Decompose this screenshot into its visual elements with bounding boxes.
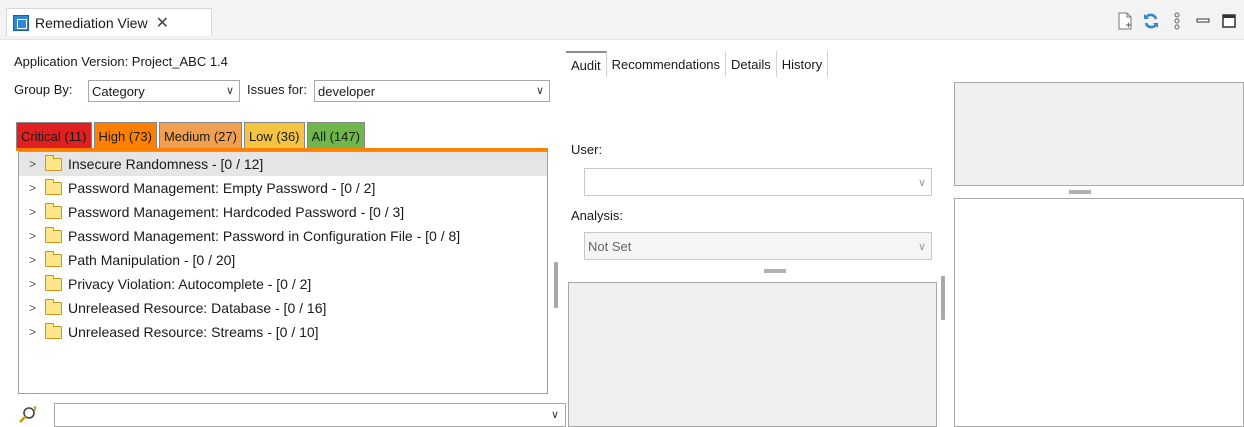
tab-details[interactable]: Details — [726, 51, 777, 77]
folder-icon — [45, 202, 62, 219]
chevron-down-icon: ∨ — [917, 177, 926, 189]
issue-detail-panel — [954, 198, 1244, 427]
user-label: User: — [571, 142, 603, 157]
analysis-value: Not Set — [588, 238, 632, 254]
chevron-right-icon[interactable]: > — [29, 301, 41, 315]
chevron-right-icon[interactable]: > — [29, 253, 41, 267]
pane-sash-handle[interactable] — [554, 262, 558, 308]
analysis-label: Analysis: — [571, 208, 624, 223]
folder-icon — [45, 154, 62, 171]
issues-for-label: Issues for: — [247, 82, 307, 97]
close-view-button[interactable]: ✕ — [156, 13, 169, 33]
priority-tabs: Critical (11) High (73) Medium (27) Low … — [16, 122, 367, 149]
issues-for-value: developer — [318, 83, 376, 99]
analysis-select[interactable]: Not Set ∨ — [584, 232, 932, 260]
chevron-down-icon: ∨ — [225, 85, 234, 97]
chevron-down-icon: ∨ — [535, 85, 544, 97]
maximize-icon[interactable] — [1220, 12, 1238, 30]
tree-item-label: Privacy Violation: Autocomplete - [0 / 2… — [68, 276, 312, 292]
tab-history[interactable]: History — [776, 51, 829, 77]
application-version-label: Application Version: Project_ABC 1.4 — [14, 54, 228, 69]
refresh-icon[interactable] — [1142, 12, 1160, 30]
tree-item[interactable]: > Unreleased Resource: Streams - [0 / 10… — [19, 320, 547, 344]
view-toolbar — [1116, 12, 1238, 30]
tree-item-label: Password Management: Password in Configu… — [68, 228, 461, 244]
chevron-right-icon[interactable]: > — [29, 181, 41, 195]
audit-pane-sash-handle[interactable] — [941, 276, 945, 320]
chevron-right-icon[interactable]: > — [29, 205, 41, 219]
tab-recommendations[interactable]: Recommendations — [606, 51, 727, 77]
tree-item[interactable]: > Privacy Violation: Autocomplete - [0 /… — [19, 272, 547, 296]
chevron-right-icon[interactable]: > — [29, 157, 41, 171]
tree-item[interactable]: > Password Management: Hardcoded Passwor… — [19, 200, 547, 224]
comment-area[interactable] — [568, 282, 937, 427]
chevron-right-icon[interactable]: > — [29, 229, 41, 243]
search-input[interactable]: ∨ — [54, 403, 566, 427]
minimize-icon[interactable] — [1194, 12, 1212, 30]
new-document-icon[interactable] — [1116, 12, 1134, 30]
issue-summary-panel — [954, 82, 1244, 186]
comment-sash-handle[interactable] — [764, 269, 786, 273]
tab-medium[interactable]: Medium (27) — [158, 122, 242, 149]
tab-high[interactable]: High (73) — [93, 122, 157, 149]
tree-item-label: Password Management: Empty Password - [0… — [68, 180, 376, 196]
chevron-right-icon[interactable]: > — [29, 325, 41, 339]
folder-icon — [45, 298, 62, 315]
folder-icon — [45, 322, 62, 339]
right-panel-sash-handle[interactable] — [1069, 190, 1091, 194]
chevron-down-icon: ∨ — [917, 241, 926, 253]
tree-item-label: Unreleased Resource: Database - [0 / 16] — [68, 300, 327, 316]
tree-item-label: Unreleased Resource: Streams - [0 / 10] — [68, 324, 319, 340]
folder-icon — [45, 178, 62, 195]
search-filter-row: ∨ — [18, 403, 566, 427]
tree-item[interactable]: > Password Management: Empty Password - … — [19, 176, 547, 200]
user-select[interactable]: ∨ — [584, 168, 932, 196]
tree-item[interactable]: > Password Management: Password in Confi… — [19, 224, 547, 248]
remediation-view-icon — [13, 14, 29, 31]
tree-item[interactable]: > Unreleased Resource: Database - [0 / 1… — [19, 296, 547, 320]
group-by-select[interactable]: Category ∨ — [88, 80, 240, 102]
chevron-down-icon[interactable]: ∨ — [551, 408, 559, 421]
view-title: Remediation View — [35, 14, 148, 31]
tab-audit[interactable]: Audit — [566, 51, 607, 77]
tab-critical[interactable]: Critical (11) — [16, 122, 92, 149]
remediation-view-tab[interactable]: Remediation View ✕ — [6, 8, 212, 36]
issue-category-tree[interactable]: > Insecure Randomness - [0 / 12] > Passw… — [18, 151, 548, 394]
tree-item[interactable]: > Path Manipulation - [0 / 20] — [19, 248, 547, 272]
issues-for-select[interactable]: developer ∨ — [314, 80, 550, 102]
group-by-value: Category — [92, 83, 145, 99]
folder-icon — [45, 226, 62, 243]
audit-tabs: Audit Recommendations Details History — [566, 51, 829, 77]
tree-item-label: Insecure Randomness - [0 / 12] — [68, 156, 264, 172]
tree-item[interactable]: > Insecure Randomness - [0 / 12] — [19, 152, 547, 176]
folder-icon — [45, 274, 62, 291]
view-menu-icon[interactable] — [1168, 12, 1186, 30]
chevron-right-icon[interactable]: > — [29, 277, 41, 291]
group-by-label: Group By: — [14, 82, 73, 97]
search-icon[interactable] — [18, 406, 38, 426]
tree-item-label: Path Manipulation - [0 / 20] — [68, 252, 236, 268]
view-title-bar: Remediation View ✕ — [0, 0, 1244, 40]
folder-icon — [45, 250, 62, 267]
tree-item-label: Password Management: Hardcoded Password … — [68, 204, 405, 220]
tab-all[interactable]: All (147) — [306, 122, 365, 149]
tab-low[interactable]: Low (36) — [243, 122, 305, 149]
